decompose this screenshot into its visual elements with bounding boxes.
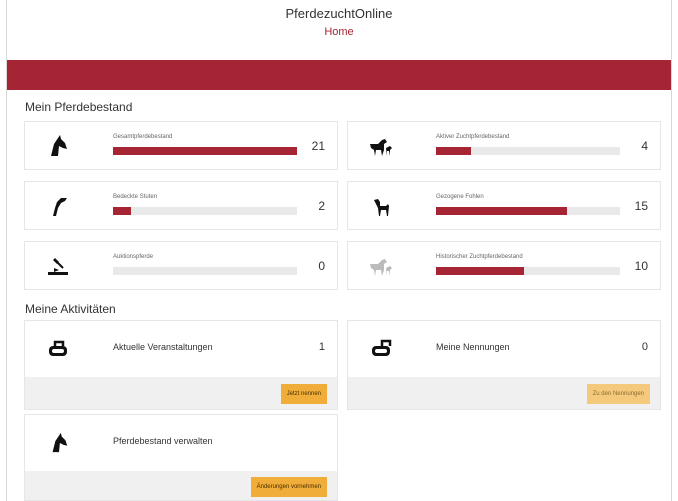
progress-bar xyxy=(436,147,620,155)
horseshoe-icon xyxy=(45,338,73,360)
horseshoe-icon xyxy=(368,338,396,360)
activity-card-events: Aktuelle Veranstaltungen 1 Jetzt nennen xyxy=(24,320,338,410)
app-frame: PferdezuchtOnline Home Mein Pferdebestan… xyxy=(6,0,672,501)
progress-bar xyxy=(113,207,297,215)
stat-label: Aktiver Zuchtpferdebestand xyxy=(436,134,510,140)
activity-count: 1 xyxy=(318,341,325,353)
stat-card-auction: Auktionspferde 0 xyxy=(24,241,338,290)
activity-card-entries: Meine Nennungen 0 Zu den Nennungen xyxy=(347,320,661,410)
stat-value: 10 xyxy=(634,259,648,273)
zu-den-nennungen-button[interactable]: Zu den Nennungen xyxy=(586,384,650,404)
stat-value: 15 xyxy=(634,199,648,213)
stat-value: 4 xyxy=(641,139,648,153)
activity-label: Pferdebestand verwalten xyxy=(113,436,213,446)
stat-label: Auktionspferde xyxy=(113,254,154,260)
app-title: PferdezuchtOnline xyxy=(285,6,393,21)
progress-bar xyxy=(113,267,297,275)
section-title-activities: Meine Aktivitäten xyxy=(25,302,116,316)
aenderungen-vornehmen-button[interactable]: Änderungen vornehmen xyxy=(250,477,327,497)
app-header: PferdezuchtOnline Home xyxy=(7,6,671,40)
stat-label: Gesamtpferdebestand xyxy=(113,134,173,140)
progress-bar xyxy=(436,267,620,275)
progress-fill xyxy=(113,207,132,215)
progress-bar xyxy=(436,207,620,215)
stat-card-historic: Historischer Zuchtpferdebestand 10 xyxy=(347,241,661,290)
section-title-stock: Mein Pferdebestand xyxy=(25,100,133,114)
stat-card-foals: Gezogene Fohlen 15 xyxy=(347,181,661,230)
progress-fill xyxy=(436,207,567,215)
progress-bar xyxy=(113,147,297,155)
stat-card-total: Gesamtpferdebestand 21 xyxy=(24,121,338,170)
activity-count: 0 xyxy=(641,341,648,353)
activity-label: Aktuelle Veranstaltungen xyxy=(113,342,213,352)
stat-label: Bedeckte Stuten xyxy=(113,194,158,200)
progress-fill xyxy=(436,147,471,155)
brand-bar xyxy=(7,60,671,90)
auction-gavel-icon xyxy=(45,254,71,278)
jetzt-nennen-button[interactable]: Jetzt nennen xyxy=(280,384,327,404)
mare-foal-icon xyxy=(368,134,394,158)
horse-head-icon xyxy=(45,134,71,158)
horse-head-icon xyxy=(45,432,73,454)
stat-value: 21 xyxy=(311,139,325,153)
stat-label: Gezogene Fohlen xyxy=(436,194,484,200)
historic-horse-icon xyxy=(368,254,394,278)
stat-value: 2 xyxy=(318,199,325,213)
activity-label: Meine Nennungen xyxy=(436,342,510,352)
foal-icon xyxy=(368,194,394,218)
stat-value: 0 xyxy=(318,259,325,273)
stat-label: Historischer Zuchtpferdebestand xyxy=(436,254,523,260)
covered-mare-icon xyxy=(45,194,71,218)
stat-card-active-breeding: Aktiver Zuchtpferdebestand 4 xyxy=(347,121,661,170)
stat-card-covered-mares: Bedeckte Stuten 2 xyxy=(24,181,338,230)
nav-home-link[interactable]: Home xyxy=(324,25,353,40)
progress-fill xyxy=(436,267,525,275)
progress-fill xyxy=(113,147,297,155)
activity-card-manage-stock: Pferdebestand verwalten Änderungen vorne… xyxy=(24,414,338,501)
